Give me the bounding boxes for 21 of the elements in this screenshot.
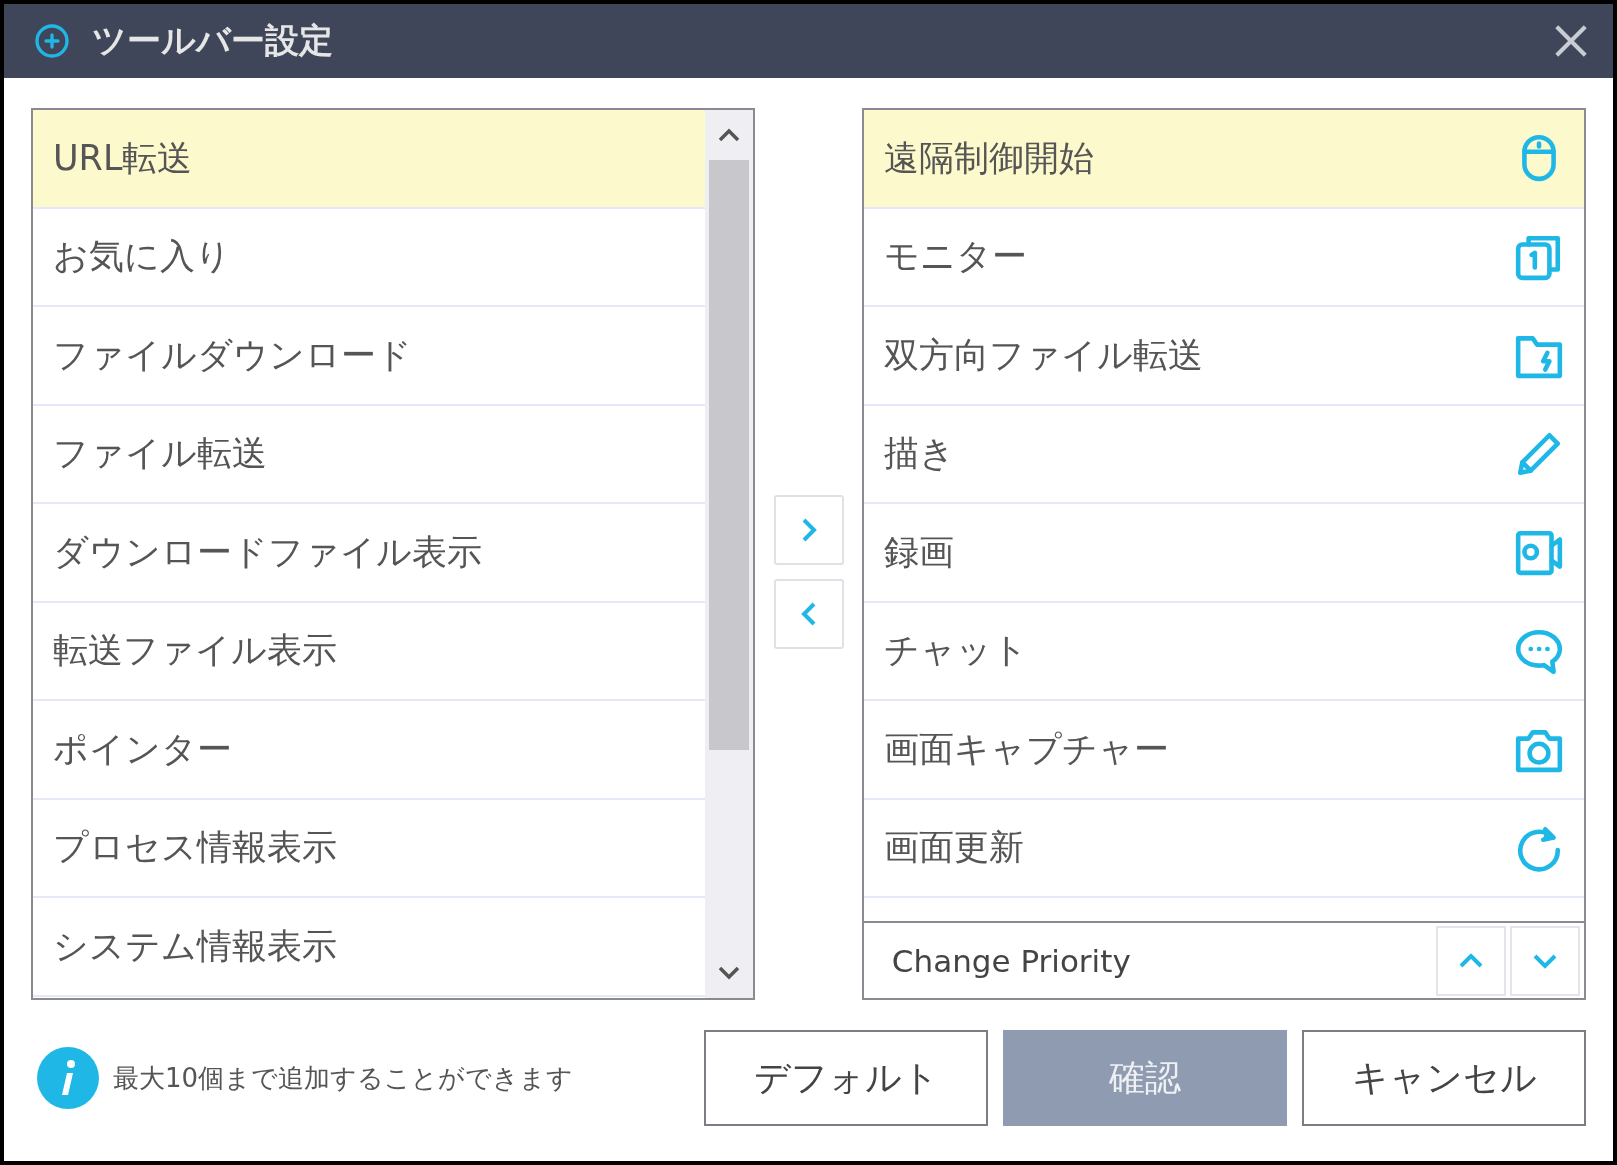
dialog-button[interactable]: キャンセル xyxy=(1302,1030,1586,1126)
list-item[interactable]: 画面キャプチャー xyxy=(863,701,1584,800)
scroll-thumb[interactable] xyxy=(709,160,750,750)
move-up-button[interactable] xyxy=(1436,925,1506,996)
list-item[interactable]: モニター xyxy=(863,208,1584,307)
info-icon xyxy=(37,1047,99,1109)
list-item[interactable]: 双方向ファイル転送 xyxy=(863,307,1584,406)
list-item[interactable]: 録画 xyxy=(863,504,1584,603)
list-item[interactable]: 画面更新 xyxy=(863,799,1584,898)
list-item[interactable]: 遠隔制御開始 xyxy=(863,110,1584,209)
add-button[interactable] xyxy=(773,495,844,565)
window-title: ツールバー設定 xyxy=(92,19,334,62)
priority-label: Change Priority xyxy=(891,942,1132,979)
remove-button[interactable] xyxy=(773,579,844,649)
plus-circle-icon xyxy=(34,23,70,59)
dialog-button[interactable]: デフォルト xyxy=(704,1030,988,1126)
info-text: 最大10個まで追加することができます xyxy=(113,1061,574,1095)
move-down-button[interactable] xyxy=(1510,925,1580,996)
list-item[interactable]: URL転送 xyxy=(33,110,706,209)
list-item[interactable]: 描き xyxy=(863,405,1584,504)
list-item[interactable]: チャット xyxy=(863,602,1584,701)
